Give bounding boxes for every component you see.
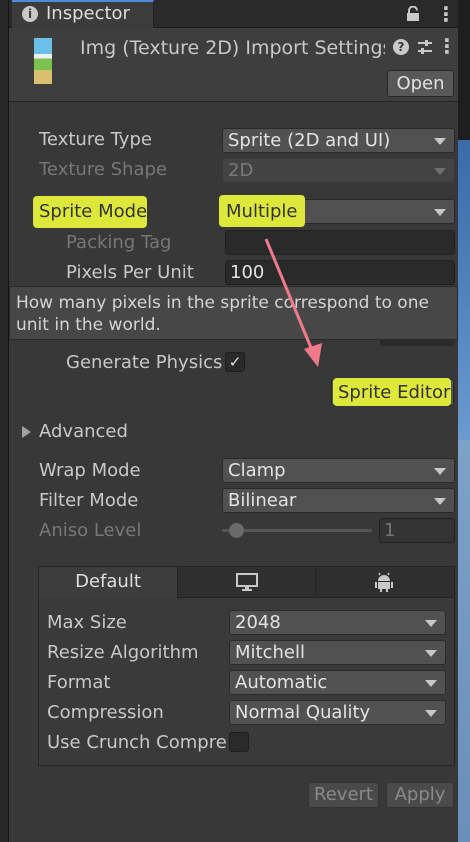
texture-shape-label: Texture Shape: [39, 159, 167, 180]
compression-label: Compression: [47, 702, 164, 723]
max-size-label: Max Size: [47, 612, 127, 633]
generate-physics-label: Generate Physics: [66, 352, 223, 373]
format-value: Automatic: [235, 672, 328, 693]
left-window-edge: [0, 0, 9, 842]
open-button[interactable]: Open: [387, 70, 454, 97]
sprite-editor-label: Sprite Editor: [338, 382, 451, 403]
use-crunch-label: Use Crunch Compre: [47, 732, 227, 753]
packing-tag-label: Packing Tag: [66, 232, 172, 253]
chevron-down-icon: [434, 468, 446, 475]
tab-default-label: Default: [75, 571, 141, 592]
mesh-type-dropdown-edge: [380, 340, 455, 346]
wrap-mode-dropdown[interactable]: Clamp: [222, 458, 455, 483]
tab-standalone[interactable]: [178, 567, 316, 598]
texture-shape-value: 2D: [228, 160, 254, 181]
advanced-foldout-label[interactable]: Advanced: [39, 421, 128, 442]
tab-title: Inspector: [46, 3, 130, 24]
revert-button[interactable]: Revert: [308, 782, 379, 808]
presets-icon[interactable]: [416, 38, 434, 56]
chevron-down-icon: [434, 138, 446, 145]
aniso-level-label: Aniso Level: [39, 520, 142, 541]
scene-view-edge: [458, 0, 470, 842]
tab-android[interactable]: [316, 567, 454, 598]
chevron-down-icon: [434, 498, 446, 505]
tab-default[interactable]: Default: [39, 567, 178, 598]
pixels-per-unit-label: Pixels Per Unit: [66, 262, 194, 283]
android-icon: [375, 572, 393, 592]
wrap-mode-label: Wrap Mode: [39, 460, 141, 481]
tab-menu-icon[interactable]: ⋮: [436, 2, 456, 26]
compression-dropdown[interactable]: Normal Quality: [229, 700, 446, 725]
lock-icon[interactable]: [406, 6, 420, 22]
sprite-mode-label: Sprite Mode: [39, 201, 148, 222]
format-dropdown[interactable]: Automatic: [229, 670, 446, 695]
sprite-mode-value: Multiple: [226, 201, 298, 222]
filter-mode-value: Bilinear: [228, 490, 297, 511]
texture-shape-dropdown: 2D: [222, 158, 455, 183]
resize-algorithm-dropdown[interactable]: Mitchell: [229, 640, 446, 665]
resize-algorithm-label: Resize Algorithm: [47, 642, 199, 663]
chevron-down-icon: [425, 620, 437, 627]
resize-algorithm-value: Mitchell: [235, 642, 305, 663]
chevron-down-icon: [425, 680, 437, 687]
annotation-arrow: [264, 238, 322, 367]
wrap-mode-value: Clamp: [228, 460, 286, 481]
header-menu-icon[interactable]: ⋮: [437, 34, 457, 58]
foldout-arrow-icon[interactable]: [22, 426, 31, 438]
filter-mode-label: Filter Mode: [39, 490, 139, 511]
compression-value: Normal Quality: [235, 702, 371, 723]
apply-button[interactable]: Apply: [386, 782, 454, 808]
texture-type-dropdown[interactable]: Sprite (2D and UI): [222, 128, 455, 153]
chevron-down-icon: [425, 710, 437, 717]
aniso-level-input: 1: [379, 518, 455, 543]
help-icon[interactable]: ?: [393, 39, 409, 55]
max-size-value: 2048: [235, 612, 281, 633]
format-label: Format: [47, 672, 111, 693]
filter-mode-dropdown[interactable]: Bilinear: [222, 488, 455, 513]
chevron-down-icon: [434, 168, 446, 175]
chevron-down-icon: [425, 650, 437, 657]
asset-title: Img (Texture 2D) Import Settings: [80, 37, 385, 59]
monitor-icon: [236, 573, 258, 591]
aniso-level-slider-track: [222, 529, 372, 532]
texture-type-label: Texture Type: [39, 129, 152, 150]
info-icon: i: [22, 6, 38, 22]
texture-thumbnail: [34, 38, 52, 84]
aniso-level-slider-knob: [229, 523, 244, 538]
generate-physics-checkbox[interactable]: ✓: [225, 352, 245, 372]
use-crunch-checkbox[interactable]: [229, 732, 249, 752]
tooltip: How many pixels in the sprite correspond…: [9, 286, 458, 340]
max-size-dropdown[interactable]: 2048: [229, 610, 446, 635]
chevron-down-icon: [434, 209, 446, 216]
texture-type-value: Sprite (2D and UI): [228, 130, 391, 151]
